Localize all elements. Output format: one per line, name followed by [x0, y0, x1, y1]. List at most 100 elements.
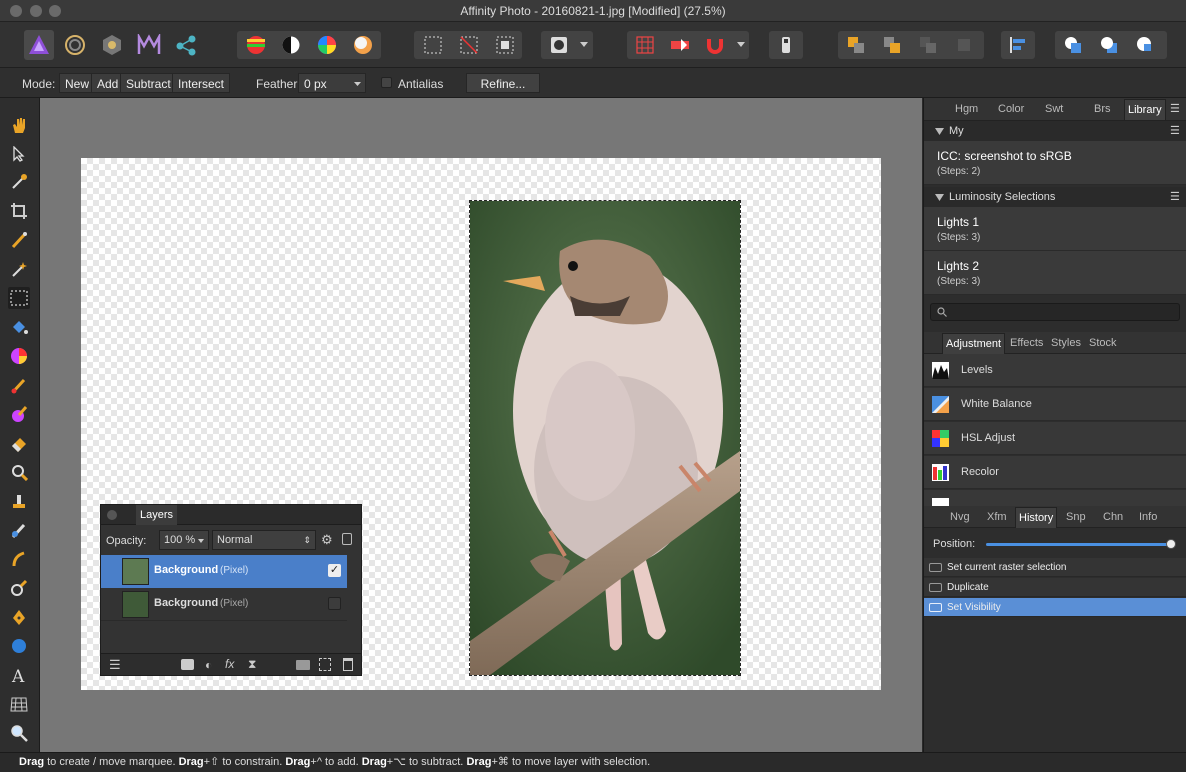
- canvas-area[interactable]: Layers Opacity: 100 % Normal ⇕ ⚙ Backgrou…: [40, 98, 922, 752]
- layer-row[interactable]: Background (Pixel): [101, 588, 347, 621]
- library-macro-item[interactable]: ICC: screenshot to sRGB (Steps: 2): [924, 141, 1186, 185]
- liquify-persona-button[interactable]: [60, 30, 90, 60]
- boolean-intersect-button[interactable]: [1130, 31, 1160, 59]
- library-macro-item[interactable]: Lights 2 (Steps: 3): [924, 251, 1186, 295]
- text-tool[interactable]: A: [8, 664, 30, 686]
- paint-brush-tool[interactable]: [8, 374, 30, 396]
- mesh-warp-tool[interactable]: [8, 693, 30, 715]
- tab-transform[interactable]: Xfm: [987, 511, 1007, 523]
- tab-stock[interactable]: Stock: [1089, 337, 1117, 349]
- tab-swatches[interactable]: Swt: [1045, 103, 1063, 115]
- antialias-checkbox[interactable]: [381, 77, 392, 88]
- group-icon[interactable]: [296, 660, 310, 670]
- snapping-button[interactable]: [700, 31, 730, 59]
- tone-mapping-persona-button[interactable]: [134, 30, 164, 60]
- group-menu-icon[interactable]: ☰: [1170, 187, 1180, 207]
- color-wheel-button[interactable]: [312, 31, 342, 59]
- tab-channels[interactable]: Chn: [1103, 511, 1123, 523]
- feather-input[interactable]: 0 px: [298, 73, 366, 93]
- history-position-slider[interactable]: [986, 539, 1176, 549]
- develop-persona-button[interactable]: [97, 30, 127, 60]
- refine-button[interactable]: Refine...: [466, 73, 540, 93]
- history-entry-selected[interactable]: Set Visibility: [924, 598, 1186, 617]
- tab-snapshots[interactable]: Snp: [1066, 511, 1086, 523]
- invert-selection-button[interactable]: [490, 31, 520, 59]
- move-tool[interactable]: [8, 143, 30, 165]
- marquee-tool[interactable]: [8, 287, 30, 309]
- adjustment-layer-icon[interactable]: ◐: [205, 658, 212, 672]
- deselect-button[interactable]: [454, 31, 484, 59]
- photo-persona-button[interactable]: [24, 30, 54, 60]
- adjustment-levels[interactable]: Levels: [924, 354, 1186, 387]
- gradient-tool[interactable]: [8, 345, 30, 367]
- blend-mode-select[interactable]: Normal ⇕: [212, 530, 316, 550]
- adjustment-hsl[interactable]: HSL Adjust: [924, 422, 1186, 455]
- library-group-luminosity[interactable]: Luminosity Selections ☰: [924, 187, 1186, 207]
- close-panel-icon[interactable]: [107, 510, 117, 520]
- tab-brushes[interactable]: Brs: [1094, 103, 1111, 115]
- panel-menu-icon[interactable]: ☰: [1170, 102, 1180, 115]
- trash-icon[interactable]: [343, 658, 353, 671]
- layers-tab[interactable]: Layers: [136, 505, 178, 525]
- snapping-dropdown[interactable]: [733, 31, 749, 59]
- erase-tool[interactable]: [8, 432, 30, 454]
- library-group-my[interactable]: My ☰: [924, 121, 1186, 141]
- tab-history[interactable]: History: [1015, 507, 1058, 528]
- library-search-input[interactable]: [930, 303, 1180, 321]
- color-replacement-tool[interactable]: [8, 403, 30, 425]
- arrange-backward-button[interactable]: [913, 31, 943, 59]
- lock-icon[interactable]: [342, 533, 352, 545]
- sponge-tool[interactable]: [8, 577, 30, 599]
- crop-tool[interactable]: [8, 200, 30, 222]
- flood-fill-tool[interactable]: [8, 316, 30, 338]
- shape-tool[interactable]: [8, 635, 30, 657]
- view-tool[interactable]: [8, 114, 30, 136]
- history-entry[interactable]: Set current raster selection: [924, 558, 1186, 577]
- boolean-subtract-button[interactable]: [1094, 31, 1124, 59]
- zoom-tool-top[interactable]: [8, 461, 30, 483]
- arrange-front-button[interactable]: [841, 31, 871, 59]
- quick-mask-dropdown[interactable]: [575, 31, 593, 59]
- zoom-tool[interactable]: [8, 722, 30, 744]
- tab-effects[interactable]: Effects: [1010, 337, 1043, 349]
- pen-tool[interactable]: [8, 606, 30, 628]
- snap-grid-button[interactable]: [630, 31, 660, 59]
- live-filter-icon[interactable]: ⧗: [248, 657, 256, 672]
- fx-icon[interactable]: fx: [225, 657, 234, 671]
- sparrow-photo-layer[interactable]: [469, 200, 741, 676]
- flood-select-tool[interactable]: [8, 258, 30, 280]
- tab-info[interactable]: Info: [1139, 511, 1157, 523]
- slider-knob[interactable]: [1166, 539, 1176, 549]
- export-persona-button[interactable]: [171, 30, 201, 60]
- adjustment-recolor[interactable]: Recolor: [924, 456, 1186, 489]
- clone-tool[interactable]: [8, 490, 30, 512]
- tab-color[interactable]: Color: [998, 103, 1024, 115]
- healing-brush-tool[interactable]: [8, 519, 30, 541]
- library-macro-item[interactable]: Lights 1 (Steps: 3): [924, 207, 1186, 251]
- tab-navigator[interactable]: Nvg: [950, 511, 970, 523]
- add-pixel-layer-icon[interactable]: [319, 658, 331, 671]
- layer-row[interactable]: Background (Pixel) ✓: [101, 555, 347, 588]
- mode-new-button[interactable]: New: [59, 73, 96, 93]
- hsl-button[interactable]: [241, 31, 271, 59]
- assistant-button[interactable]: [771, 31, 801, 59]
- select-all-button[interactable]: [418, 31, 448, 59]
- adjustment-white-balance[interactable]: White Balance: [924, 388, 1186, 421]
- arrange-back-button[interactable]: [949, 31, 979, 59]
- layer-visibility-checkbox[interactable]: [328, 597, 341, 610]
- layer-stack-icon[interactable]: ☰: [109, 657, 121, 673]
- opacity-input[interactable]: 100 %: [159, 530, 209, 550]
- layer-visibility-checkbox[interactable]: ✓: [328, 564, 341, 577]
- tab-styles[interactable]: Styles: [1051, 337, 1081, 349]
- history-entry[interactable]: Duplicate: [924, 578, 1186, 597]
- tab-adjustment[interactable]: Adjustment: [942, 333, 1006, 354]
- mode-subtract-button[interactable]: Subtract: [120, 73, 177, 93]
- tab-library[interactable]: Library: [1124, 99, 1166, 120]
- mask-layer-icon[interactable]: [181, 659, 194, 670]
- gear-icon[interactable]: ⚙: [321, 532, 333, 548]
- quick-mask-button[interactable]: [544, 31, 574, 59]
- tab-histogram[interactable]: Hgm: [955, 103, 978, 115]
- group-menu-icon[interactable]: ☰: [1170, 121, 1180, 141]
- align-button[interactable]: [1003, 31, 1033, 59]
- boolean-add-button[interactable]: [1058, 31, 1088, 59]
